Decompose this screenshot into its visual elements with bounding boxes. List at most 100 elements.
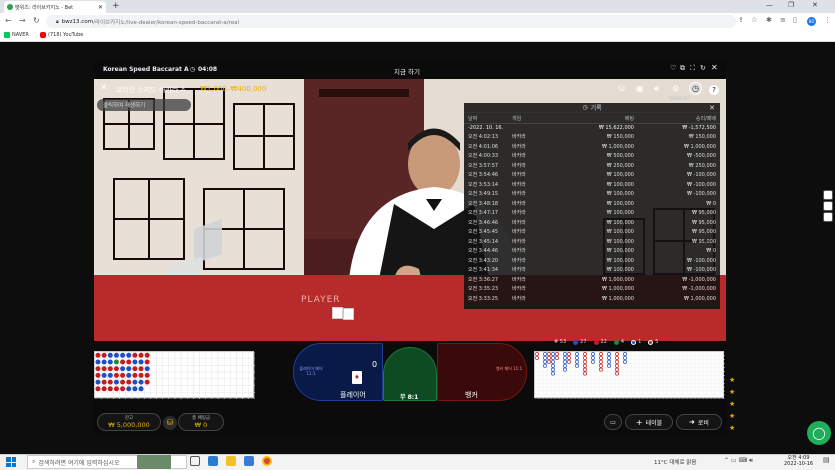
weather-widget[interactable]: 11°C 대체로 맑음 [654, 458, 696, 466]
bookmark-star-icon[interactable]: ☆ [751, 16, 757, 24]
close-tab-icon[interactable]: ✕ [98, 4, 103, 11]
chip-icon[interactable]: ⛁ [163, 416, 177, 430]
notification-icon[interactable]: ▤ [823, 456, 830, 464]
star-icon[interactable]: ★ [729, 412, 735, 420]
menu-kebab-icon[interactable]: ⋮ [824, 16, 831, 24]
settings-gear-icon[interactable]: ⚙ [672, 84, 679, 93]
share-icon[interactable]: ⇪ [738, 16, 744, 24]
history-cell-result: ₩ -500,000 [686, 153, 716, 159]
bookmark-youtube[interactable]: (718) YouTube [40, 32, 83, 38]
history-cell-date: 오전 3:36:27 [468, 276, 499, 283]
history-cell-game: 바카라 [512, 257, 526, 264]
profile-avatar[interactable]: BD [807, 17, 816, 26]
big-road-mark [583, 359, 587, 364]
bead-road-dot [95, 366, 101, 372]
banker-label: 뱅커 [465, 391, 478, 399]
star-icon[interactable]: ★ [729, 376, 735, 384]
status-text: 지금 하기 [394, 68, 420, 76]
bead-road-dot [120, 379, 126, 385]
bookmarks-bar [0, 30, 835, 42]
window-close-icon[interactable]: ✕ [812, 1, 818, 9]
chrome-taskbar-icon[interactable] [262, 456, 272, 466]
big-road-mark [543, 355, 547, 360]
chat-bubble-button[interactable]: ▭ [604, 414, 622, 430]
history-cell-date: 오전 3:45:14 [468, 238, 499, 245]
history-cell-bet: ₩ 100,000 [606, 219, 634, 226]
new-tab-button[interactable]: + [112, 1, 120, 11]
pip-icon[interactable]: ⧉ [680, 64, 685, 73]
clock-icon: ◷ [190, 66, 196, 73]
history-header-row: 날짜 게임 배팅 승리/패배 [464, 114, 720, 124]
big-road-mark [567, 359, 571, 364]
tray-icons[interactable]: ⌃ ▭ ⌨ 🔊︎ [724, 457, 753, 465]
history-cell-bet: ₩ 1,000,000 [602, 286, 634, 292]
star-icon[interactable]: ★ [729, 400, 735, 408]
big-road-mark [563, 352, 567, 356]
minimize-icon[interactable]: — [766, 1, 773, 9]
restore-icon[interactable]: ❐ [788, 1, 794, 9]
history-cell-date: 오전 4:02:13 [468, 134, 499, 140]
lock-icon: 🔒︎ [56, 18, 59, 25]
bead-road-dot [113, 359, 119, 365]
video-quality-icon[interactable]: ▣ [636, 84, 644, 93]
bookmark-naver[interactable]: NAVER [4, 32, 29, 38]
lobby-button[interactable]: ➜ 로비 [676, 414, 722, 430]
history-cell-result: ₩ -100,000 [686, 172, 716, 178]
close-history-icon[interactable]: ✕ [709, 104, 715, 112]
history-cell-game: 바카라 [512, 238, 526, 245]
sound-icon[interactable]: 🔊︎ [654, 84, 659, 94]
browser-tab[interactable]: 벳위즈: 라이브카지노 - Bet ✕ [4, 1, 106, 13]
store-icon[interactable] [244, 456, 254, 466]
side-widget-button[interactable] [823, 201, 833, 211]
help-icon[interactable]: ? [709, 85, 719, 95]
history-row: 오전 3:46:46 바카라 ₩ 100,000 ₩ 95,000 [464, 219, 720, 229]
history-cell-date: 오전 3:46:46 [468, 219, 499, 226]
side-widget-button[interactable] [823, 190, 833, 200]
big-road-mark [551, 363, 555, 368]
history-cell-bet: ₩ 100,000 [606, 210, 634, 216]
bead-road-dot [132, 366, 138, 372]
forward-icon[interactable]: → [19, 16, 26, 25]
close-video-icon[interactable]: ✕ [100, 83, 108, 93]
big-road-mark [607, 355, 611, 360]
address-bar[interactable]: 🔒︎ bwz13.com/라이브카지노/live-dealer/korean-s… [46, 15, 736, 28]
history-cell-date: 오전 4:01:06 [468, 143, 499, 150]
big-road-mark [567, 355, 571, 360]
big-road-mark [547, 355, 551, 360]
repeat-bet-button[interactable]: 클릭하여 재생하기 [97, 99, 191, 111]
bet-spot-player[interactable]: 플레이어 페어 11:1 0 ♦ 플레이어 [293, 343, 383, 401]
big-road-mark [563, 355, 567, 360]
dealt-card [332, 307, 343, 319]
tables-label: 테이블 [645, 419, 663, 427]
history-cell-date: -2022. 10. 16. [468, 124, 504, 131]
history-cell-game: 바카라 [512, 162, 526, 169]
star-icon[interactable]: ★ [729, 388, 735, 396]
task-view-icon[interactable] [190, 456, 200, 466]
dealt-card [343, 308, 354, 320]
favorite-heart-icon[interactable]: ♡ [670, 64, 676, 72]
history-clock-icon[interactable]: ◷ [689, 82, 702, 95]
fullscreen-icon[interactable]: ⛶ [690, 64, 695, 73]
live-chat-button[interactable]: ◯ [807, 421, 831, 445]
history-cell-game: 바카라 [512, 219, 526, 226]
taskbar-clock[interactable]: 오전 4:09 2022-10-16 [784, 455, 813, 467]
refresh-icon[interactable]: ↻ [700, 64, 706, 72]
close-game-icon[interactable]: ✕ [711, 63, 718, 72]
reload-icon[interactable]: ↻ [33, 16, 40, 25]
extensions-icon[interactable]: ✱ [766, 16, 772, 24]
tie-label: 무 8:1 [400, 394, 419, 401]
windows-start-icon[interactable] [6, 457, 16, 467]
reading-list-icon[interactable]: ≡ [780, 16, 786, 24]
bet-spot-tie[interactable]: 무 8:1 [383, 347, 437, 401]
side-widget-button[interactable] [823, 212, 833, 222]
tables-button[interactable]: + 테이블 [625, 414, 673, 430]
sidebar-icon[interactable]: ▯ [793, 16, 797, 24]
history-cell-result: ₩ 95,000 [691, 238, 716, 245]
chips-stack-icon[interactable]: ⛁ [618, 84, 625, 93]
history-cell-result: ₩ 0 [706, 248, 716, 254]
back-icon[interactable]: ← [5, 16, 12, 25]
file-explorer-icon[interactable] [226, 456, 236, 466]
star-icon[interactable]: ★ [729, 424, 735, 432]
edge-icon[interactable] [208, 456, 218, 466]
bet-spot-banker[interactable]: 뱅커 페어 11:1 뱅커 [437, 343, 527, 401]
